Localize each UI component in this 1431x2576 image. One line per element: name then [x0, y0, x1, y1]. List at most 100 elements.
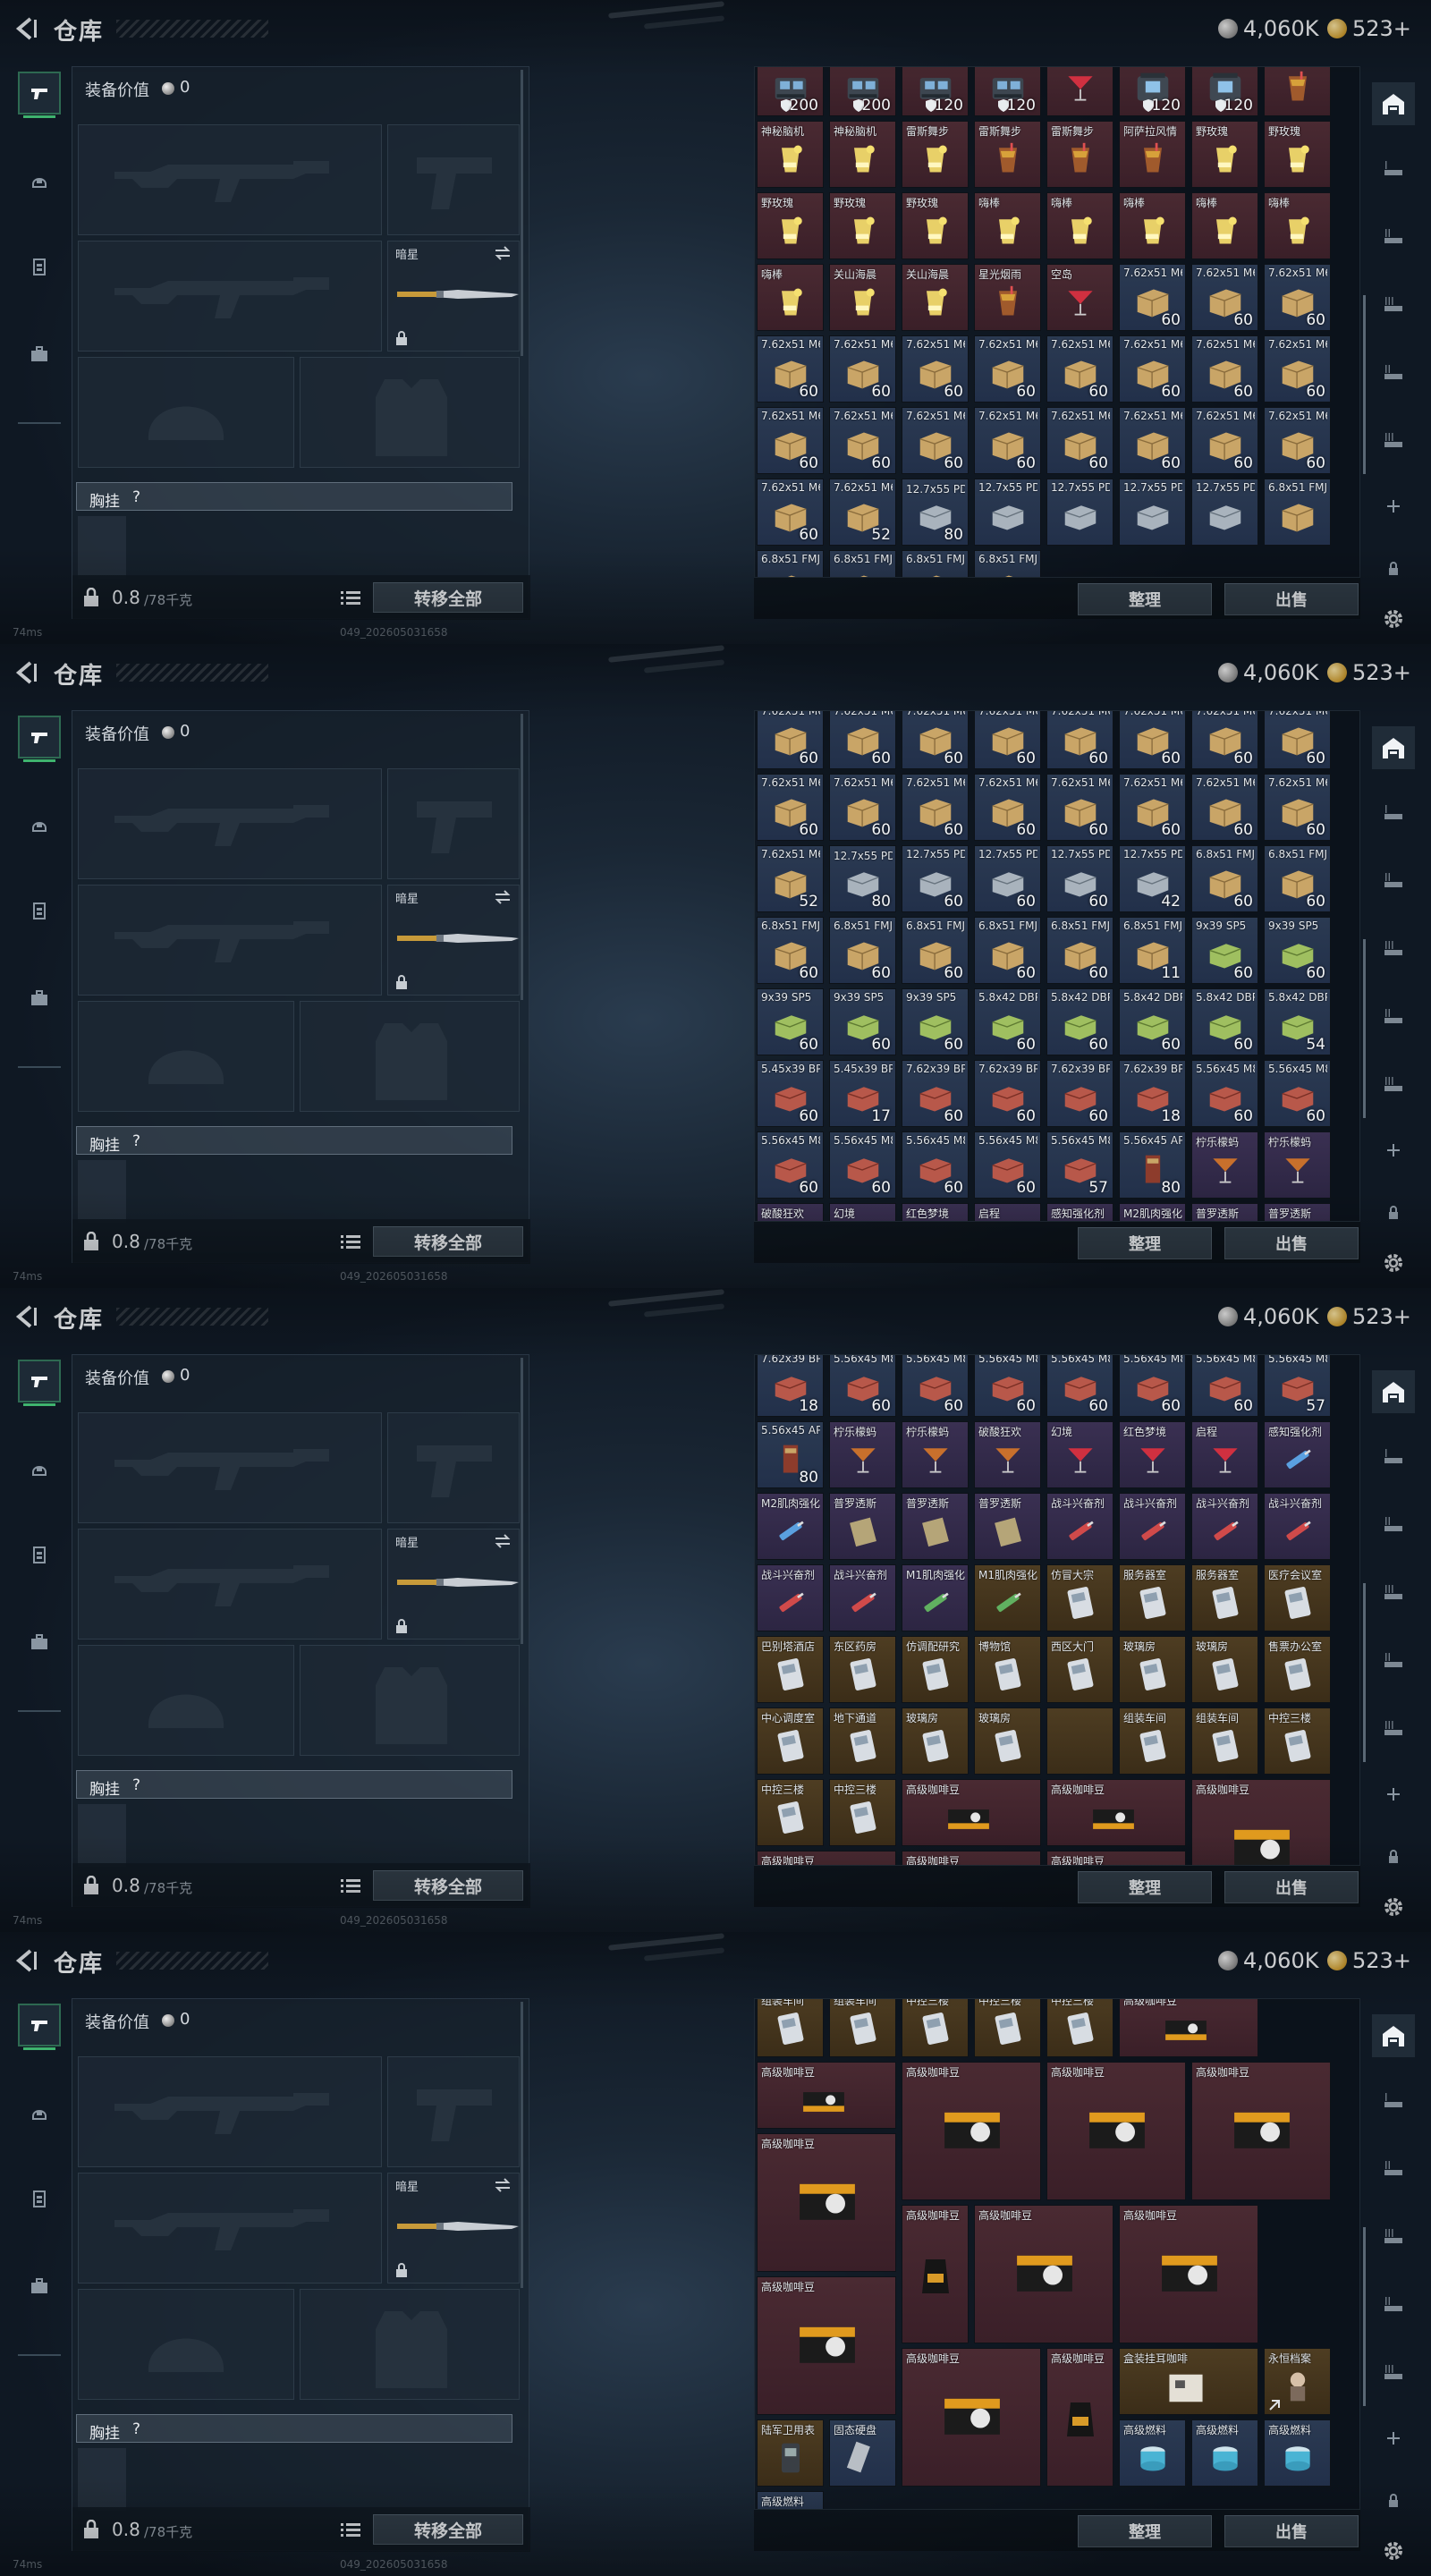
stash-item[interactable]: 12.7x55 PD穿甲弹头 80: [829, 845, 896, 912]
stash-page-4-tab[interactable]: II: [1372, 1637, 1415, 1680]
stash-item[interactable]: 高级咖啡豆: [902, 2062, 1041, 2200]
stash-item[interactable]: 7.62x51 M62 60: [757, 335, 824, 402]
stash-item[interactable]: 9x39 SP5 60: [902, 988, 969, 1055]
back-button[interactable]: [13, 16, 39, 41]
warehouse-tab[interactable]: [1372, 82, 1415, 125]
stash-item[interactable]: 7.62x39 BP 60: [974, 1060, 1041, 1127]
stash-item[interactable]: 5.56x45 APC 80: [1119, 1131, 1186, 1199]
stash-item[interactable]: 普罗透斯: [1264, 1203, 1331, 1221]
chest-rig-slot[interactable]: [78, 2448, 126, 2511]
rail-helmet-button[interactable]: [18, 2091, 61, 2134]
rail-weapons-button[interactable]: [18, 72, 61, 118]
stash-item[interactable]: 12.7x55 PD12 42: [1119, 845, 1186, 912]
stash-item[interactable]: 玻璃房: [974, 1707, 1041, 1775]
lock-page-button[interactable]: [1372, 2479, 1415, 2522]
stash-item[interactable]: 5.56x45 M855A1 57: [1264, 1355, 1331, 1417]
stash-item[interactable]: 精密护甲 120: [1191, 67, 1258, 116]
stash-item[interactable]: 陆军卫用表: [757, 2419, 824, 2487]
stash-item[interactable]: 精密护甲 120: [1119, 67, 1186, 116]
stash-item[interactable]: 柠乐檬蚂: [829, 1421, 896, 1488]
stash-item[interactable]: 12.7x55 PD12 60: [902, 845, 969, 912]
transfer-all-button[interactable]: 转移全部: [373, 2514, 523, 2545]
stash-item[interactable]: 高级咖啡豆: [757, 2062, 896, 2129]
stash-item[interactable]: 嗨棒: [974, 192, 1041, 259]
stash-item[interactable]: 战斗兴奋剂: [1119, 1493, 1186, 1560]
settings-button[interactable]: [1372, 1885, 1415, 1928]
stash-scrollbar[interactable]: [1363, 1583, 1366, 1762]
rail-helmet-button[interactable]: [18, 159, 61, 202]
add-page-button[interactable]: [1372, 1773, 1415, 1816]
helmet-slot[interactable]: [78, 2289, 294, 2400]
stash-item[interactable]: 破酸狂欢: [974, 1421, 1041, 1488]
stash-item[interactable]: 高级燃料: [1119, 2419, 1186, 2487]
chest-help-icon[interactable]: ?: [132, 488, 140, 506]
silver-currency[interactable]: 4,060K: [1218, 660, 1318, 685]
stash-item[interactable]: 中控三楼: [902, 1999, 969, 2057]
stash-item[interactable]: 9x39 SP5 60: [1191, 917, 1258, 984]
stash-item[interactable]: 7.62x51 M62 60: [974, 774, 1041, 841]
stash-page-2-tab[interactable]: II: [1372, 213, 1415, 256]
stash-item[interactable]: 野玫瑰: [1191, 121, 1258, 188]
stash-item[interactable]: M1肌肉强化剂: [902, 1564, 969, 1631]
stash-item[interactable]: 幻境: [1046, 1421, 1113, 1488]
stash-item[interactable]: 博物馆: [974, 1636, 1041, 1703]
loadout-scrollbar[interactable]: [521, 1358, 523, 1644]
stash-item[interactable]: 启程: [974, 1203, 1041, 1221]
stash-item[interactable]: 6.8x51 FMJ 60: [829, 917, 896, 984]
stash-item[interactable]: 5.56x45 M855A1 60: [829, 1131, 896, 1199]
loadout-scrollbar[interactable]: [521, 70, 523, 356]
rail-weapons-button[interactable]: [18, 1360, 61, 1406]
stash-item[interactable]: 柠乐檬蚂: [902, 1421, 969, 1488]
secondary-weapon-slot[interactable]: [78, 885, 382, 996]
back-button[interactable]: [13, 1948, 39, 1973]
stash-item[interactable]: 柠乐檬蚂: [1264, 1131, 1331, 1199]
stash-page-5-tab[interactable]: III: [1372, 2349, 1415, 2392]
stash-item[interactable]: 阿萨拉风情: [1119, 121, 1186, 188]
stash-item[interactable]: 感知强化剂: [1046, 1203, 1113, 1221]
stash-item[interactable]: 7.62x51 M62 60: [1264, 264, 1331, 331]
stash-item[interactable]: 星光烟雨: [974, 264, 1041, 331]
stash-item[interactable]: 玻璃房: [902, 1707, 969, 1775]
rail-bag-button[interactable]: [18, 2265, 61, 2308]
stash-item[interactable]: [1046, 1707, 1113, 1775]
stash-item[interactable]: 7.62x51 M62 60: [1191, 774, 1258, 841]
warehouse-tab[interactable]: [1372, 726, 1415, 769]
stash-item[interactable]: 组装车间: [757, 1999, 824, 2057]
stash-item[interactable]: 高级咖啡豆: [757, 2133, 896, 2272]
lock-page-button[interactable]: [1372, 1191, 1415, 1234]
warehouse-tab[interactable]: [1372, 2014, 1415, 2057]
secondary-weapon-slot[interactable]: [78, 2173, 382, 2284]
gold-currency[interactable]: 523+: [1327, 16, 1411, 41]
stash-item[interactable]: 破酸狂欢: [757, 1203, 824, 1221]
pistol-slot[interactable]: [387, 1412, 520, 1523]
chest-help-icon[interactable]: ?: [132, 2420, 140, 2438]
stash-item[interactable]: 东区药房: [829, 1636, 896, 1703]
stash-item[interactable]: 中控三楼: [757, 1779, 824, 1846]
silver-currency[interactable]: 4,060K: [1218, 16, 1318, 41]
stash-item[interactable]: 空岛: [1046, 67, 1113, 116]
stash-item[interactable]: 关山海晨: [902, 264, 969, 331]
stash-item[interactable]: 7.62x51 M62 60: [757, 479, 824, 546]
stash-item[interactable]: 7.62x51 M62 60: [1119, 407, 1186, 474]
add-page-button[interactable]: [1372, 1129, 1415, 1172]
rail-weapons-button[interactable]: [18, 716, 61, 762]
swap-icon[interactable]: [494, 246, 512, 260]
stash-item[interactable]: 普罗透斯: [902, 1493, 969, 1560]
stash-item[interactable]: 野玫瑰: [902, 192, 969, 259]
stash-item[interactable]: 5.56x45 M855A1 60: [902, 1355, 969, 1417]
helmet-slot[interactable]: [78, 1001, 294, 1112]
stash-page-5-tab[interactable]: III: [1372, 1061, 1415, 1104]
stash-item[interactable]: 空岛: [1046, 264, 1113, 331]
stash-item[interactable]: 组装车间: [1191, 1707, 1258, 1775]
rail-bag-button[interactable]: [18, 1621, 61, 1664]
stash-item[interactable]: 5.56x45 M855A1 60: [829, 1355, 896, 1417]
transfer-all-button[interactable]: 转移全部: [373, 582, 523, 613]
stash-item[interactable]: 高级咖啡豆: [902, 1851, 1041, 1865]
stash-item[interactable]: 红色梦境: [1119, 1421, 1186, 1488]
stash-item[interactable]: 服务器室: [1191, 1564, 1258, 1631]
secondary-weapon-slot[interactable]: [78, 241, 382, 352]
rail-vest-button[interactable]: [18, 2177, 61, 2220]
stash-item[interactable]: 9x39 SP5 60: [757, 988, 824, 1055]
melee-slot[interactable]: 暗星: [387, 1529, 520, 1640]
stash-item[interactable]: 中控三楼: [829, 1779, 896, 1846]
